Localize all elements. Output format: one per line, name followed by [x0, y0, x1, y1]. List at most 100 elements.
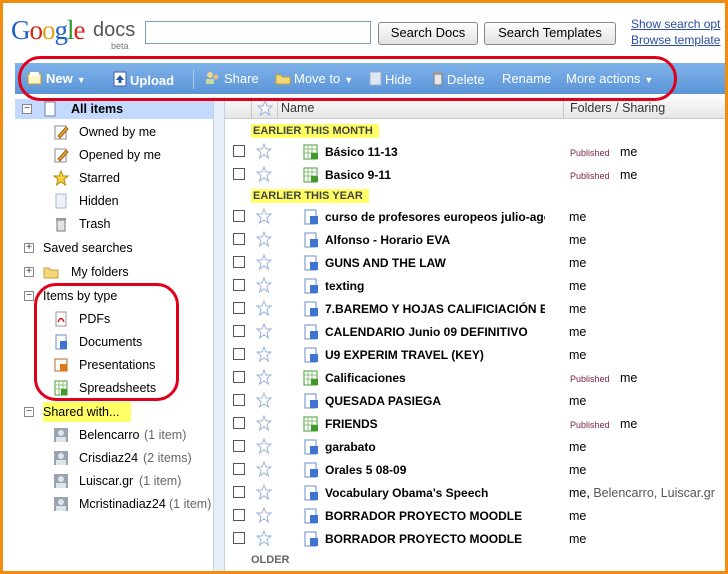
table-row[interactable]: FRIENDS Published me: [225, 412, 725, 435]
row-checkbox[interactable]: [233, 256, 245, 268]
document-name-link[interactable]: Alfonso - Horario EVA: [325, 233, 545, 247]
sidebar-item-hidden[interactable]: Hidden: [15, 191, 213, 211]
table-row[interactable]: curso de profesores europeos julio-ago me: [225, 205, 725, 228]
row-checkbox[interactable]: [233, 371, 245, 383]
sidebar-item-person[interactable]: Mcristinadiaz24 (1 item): [15, 494, 213, 514]
star-toggle-icon[interactable]: [255, 391, 273, 409]
row-checkbox[interactable]: [233, 440, 245, 452]
table-row[interactable]: 7.BAREMO Y HOJAS CALIFICIACIÓN EXP me: [225, 297, 725, 320]
new-button[interactable]: New ▼: [27, 71, 86, 86]
sidebar-item-all-items[interactable]: − All items: [15, 99, 213, 119]
document-name-link[interactable]: Basico 9-11: [325, 168, 545, 182]
row-checkbox[interactable]: [233, 532, 245, 544]
document-name-link[interactable]: Vocabulary Obama's Speech: [325, 486, 545, 500]
document-name-link[interactable]: BORRADOR PROYECTO MOODLE: [325, 532, 545, 546]
star-toggle-icon[interactable]: [255, 142, 273, 160]
document-name-link[interactable]: 7.BAREMO Y HOJAS CALIFICIACIÓN EXP: [325, 302, 545, 316]
table-row[interactable]: Orales 5 08-09 me: [225, 458, 725, 481]
collapse-icon[interactable]: −: [22, 104, 32, 114]
sidebar-item-trash[interactable]: Trash: [15, 214, 213, 234]
show-search-options-link[interactable]: Show search opt: [631, 17, 720, 31]
star-toggle-icon[interactable]: [255, 230, 273, 248]
document-name-link[interactable]: Orales 5 08-09: [325, 463, 545, 477]
search-docs-button[interactable]: Search Docs: [378, 22, 478, 45]
table-row[interactable]: garabato me: [225, 435, 725, 458]
sidebar-item-person[interactable]: Belencarro (1 item): [15, 425, 213, 445]
sidebar-item-documents[interactable]: Documents: [15, 332, 213, 352]
google-docs-logo[interactable]: Google docs beta: [11, 13, 139, 53]
table-row[interactable]: Calificaciones Published me: [225, 366, 725, 389]
star-toggle-icon[interactable]: [255, 299, 273, 317]
row-checkbox[interactable]: [233, 233, 245, 245]
star-toggle-icon[interactable]: [255, 345, 273, 363]
table-row[interactable]: GUNS AND THE LAW me: [225, 251, 725, 274]
sidebar-item-saved-searches[interactable]: + Saved searches: [15, 238, 213, 258]
document-name-link[interactable]: Básico 11-13: [325, 145, 545, 159]
expand-icon[interactable]: +: [24, 243, 34, 253]
star-toggle-icon[interactable]: [255, 414, 273, 432]
document-name-link[interactable]: garabato: [325, 440, 545, 454]
star-toggle-icon[interactable]: [255, 276, 273, 294]
name-column-header[interactable]: Name: [281, 101, 314, 115]
sidebar-resize-handle[interactable]: [213, 97, 225, 571]
table-row[interactable]: U9 EXPERIM TRAVEL (KEY) me: [225, 343, 725, 366]
sidebar-item-owned-by-me[interactable]: Owned by me: [15, 122, 213, 142]
expand-icon[interactable]: +: [24, 267, 34, 277]
row-checkbox[interactable]: [233, 348, 245, 360]
browse-templates-link[interactable]: Browse template: [631, 33, 720, 47]
star-toggle-icon[interactable]: [255, 506, 273, 524]
row-checkbox[interactable]: [233, 509, 245, 521]
sidebar-item-shared-with[interactable]: − Shared with...: [15, 402, 213, 422]
star-toggle-icon[interactable]: [255, 437, 273, 455]
more-actions-button[interactable]: More actions ▼: [566, 71, 653, 86]
document-name-link[interactable]: curso de profesores europeos julio-ago: [325, 210, 545, 224]
row-checkbox[interactable]: [233, 145, 245, 157]
table-row[interactable]: texting me: [225, 274, 725, 297]
row-checkbox[interactable]: [233, 463, 245, 475]
table-row[interactable]: Básico 11-13 Published me: [225, 140, 725, 163]
star-toggle-icon[interactable]: [255, 322, 273, 340]
delete-button[interactable]: Delete: [432, 71, 485, 87]
share-button[interactable]: Share: [205, 71, 259, 86]
star-toggle-icon[interactable]: [255, 483, 273, 501]
table-row[interactable]: QUESADA PASIEGA me: [225, 389, 725, 412]
row-checkbox[interactable]: [233, 279, 245, 291]
document-name-link[interactable]: Calificaciones: [325, 371, 545, 385]
collapse-icon[interactable]: −: [24, 291, 34, 301]
table-row[interactable]: BORRADOR PROYECTO MOODLE me: [225, 504, 725, 527]
table-row[interactable]: Vocabulary Obama's Speech me, Belencarro,…: [225, 481, 725, 504]
star-toggle-icon[interactable]: [255, 253, 273, 271]
star-toggle-icon[interactable]: [255, 460, 273, 478]
move-to-button[interactable]: Move to ▼: [275, 71, 353, 86]
sidebar-item-starred[interactable]: Starred: [15, 168, 213, 188]
sidebar-item-spreadsheets[interactable]: Spreadsheets: [15, 378, 213, 398]
document-name-link[interactable]: CALENDARIO Junio 09 DEFINITIVO: [325, 325, 545, 339]
document-name-link[interactable]: FRIENDS: [325, 417, 545, 431]
document-name-link[interactable]: BORRADOR PROYECTO MOODLE: [325, 509, 545, 523]
document-name-link[interactable]: U9 EXPERIM TRAVEL (KEY): [325, 348, 545, 362]
table-row[interactable]: Basico 9-11 Published me: [225, 163, 725, 186]
search-input[interactable]: [145, 21, 371, 44]
star-toggle-icon[interactable]: [255, 165, 273, 183]
sidebar-item-items-by-type[interactable]: − Items by type: [15, 286, 213, 306]
folders-sharing-column-header[interactable]: Folders / Sharing: [563, 97, 665, 119]
rename-button[interactable]: Rename: [502, 71, 551, 86]
star-toggle-icon[interactable]: [255, 207, 273, 225]
upload-button[interactable]: Upload: [113, 71, 174, 88]
star-toggle-icon[interactable]: [255, 529, 273, 547]
document-name-link[interactable]: QUESADA PASIEGA: [325, 394, 545, 408]
document-name-link[interactable]: GUNS AND THE LAW: [325, 256, 545, 270]
row-checkbox[interactable]: [233, 302, 245, 314]
sidebar-item-pdfs[interactable]: PDFs: [15, 309, 213, 329]
sidebar-item-person[interactable]: Luiscar.gr (1 item): [15, 471, 213, 491]
sidebar-item-my-folders[interactable]: + My folders: [15, 262, 213, 282]
row-checkbox[interactable]: [233, 210, 245, 222]
document-name-link[interactable]: texting: [325, 279, 545, 293]
table-row[interactable]: BORRADOR PROYECTO MOODLE me: [225, 527, 725, 550]
star-column-icon[interactable]: [256, 99, 274, 117]
table-row[interactable]: Alfonso - Horario EVA me: [225, 228, 725, 251]
search-templates-button[interactable]: Search Templates: [484, 22, 616, 45]
sidebar-item-presentations[interactable]: Presentations: [15, 355, 213, 375]
row-checkbox[interactable]: [233, 168, 245, 180]
row-checkbox[interactable]: [233, 394, 245, 406]
